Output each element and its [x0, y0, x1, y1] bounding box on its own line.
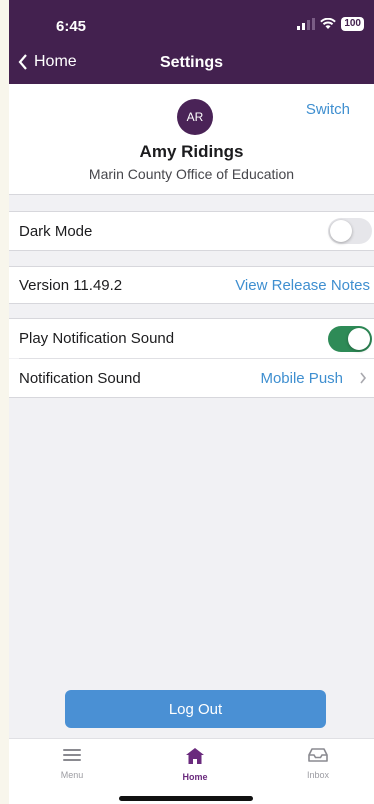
tab-home[interactable]: Home — [165, 747, 225, 782]
battery-icon: 100 — [341, 17, 364, 31]
tab-home-label: Home — [182, 772, 208, 782]
log-out-button[interactable]: Log Out — [65, 690, 326, 728]
status-time: 6:45 — [56, 18, 87, 35]
play-sound-row: Play Notification Sound — [9, 318, 374, 358]
signal-icon — [297, 18, 316, 30]
settings-screen: 6:45 100 Home Settings AR Switch Amy Rid… — [9, 0, 374, 804]
profile-card: AR Switch Amy Ridings Marin County Offic… — [9, 84, 374, 195]
notification-sound-row[interactable]: Notification Sound Mobile Push — [9, 359, 374, 398]
switch-account-button[interactable]: Switch — [306, 101, 350, 118]
dark-mode-label: Dark Mode — [19, 222, 93, 240]
avatar: AR — [177, 99, 213, 135]
page-title: Settings — [159, 54, 224, 71]
play-sound-toggle[interactable] — [328, 325, 372, 352]
tab-inbox[interactable]: Inbox — [288, 747, 348, 780]
tab-bar: Menu Home Inbox — [9, 738, 374, 804]
tab-inbox-label: Inbox — [306, 770, 330, 780]
toggle-knob — [330, 220, 352, 242]
dark-mode-row: Dark Mode — [9, 211, 374, 251]
profile-name: Amy Ridings — [139, 142, 244, 161]
tab-menu-label: Menu — [60, 770, 84, 780]
home-indicator — [119, 796, 253, 801]
play-sound-label: Play Notification Sound — [19, 330, 175, 347]
header: 6:45 100 Home Settings — [9, 0, 374, 84]
wifi-icon — [320, 18, 337, 29]
home-icon — [186, 748, 204, 764]
notification-sound-label: Notification Sound — [19, 369, 141, 387]
dark-mode-toggle[interactable] — [328, 218, 372, 244]
notification-sound-value: Mobile Push — [260, 369, 343, 387]
version-row: Version 11.49.2 View Release Notes — [9, 266, 374, 304]
tab-menu[interactable]: Menu — [42, 747, 102, 780]
inbox-icon — [308, 748, 328, 762]
version-label: Version 11.49.2 — [19, 276, 123, 294]
chevron-right-icon — [360, 372, 367, 384]
status-icons: 100 — [297, 17, 364, 31]
toggle-knob — [348, 327, 370, 350]
profile-organization: Marin County Office of Education — [88, 166, 295, 182]
menu-icon — [63, 749, 81, 761]
view-release-notes-link[interactable]: View Release Notes — [235, 277, 370, 294]
